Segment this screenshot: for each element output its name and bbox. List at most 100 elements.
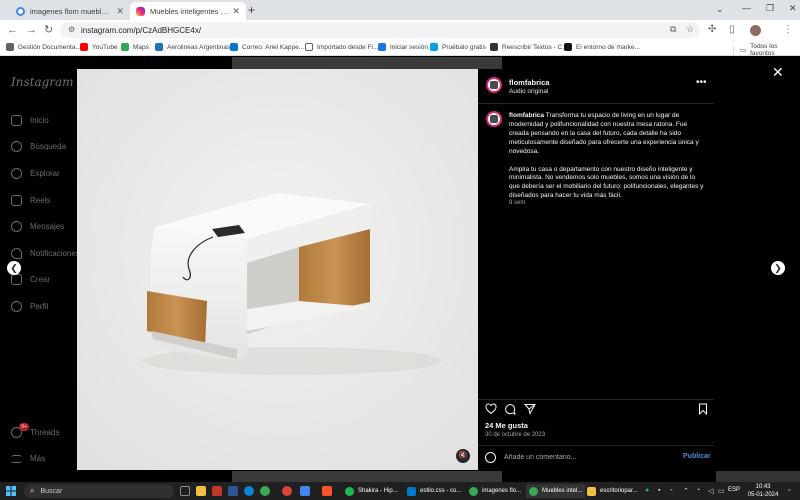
nav-threads[interactable]: 9+ Threads [11, 423, 60, 438]
post-header: flomfabrica Audio original ••• [478, 69, 714, 104]
windows-start-icon[interactable] [6, 486, 16, 496]
bookmark-item[interactable]: YouTube [80, 43, 118, 51]
emoji-icon[interactable] [485, 452, 496, 463]
notifications-icon[interactable]: ▫ [788, 487, 790, 494]
chevron-up-icon[interactable]: ⌃ [683, 487, 689, 495]
maximize-window-button[interactable]: ❐ [766, 3, 774, 14]
share-icon[interactable] [524, 403, 536, 415]
spotify-tray-icon[interactable]: ● [645, 487, 649, 494]
taskbar-app-chrome-active[interactable]: Muebles intel... [526, 484, 586, 498]
bookmark-item[interactable]: Importado desde Fi... [305, 43, 378, 51]
caption-avatar[interactable] [486, 111, 502, 127]
bookmark-item[interactable]: Correo: Ariel Kappe... [230, 43, 304, 51]
bookmark-icon[interactable] [697, 403, 709, 415]
publish-button[interactable]: Publicar [683, 453, 711, 460]
clock-time: 10:43 [755, 484, 771, 490]
instagram-logo[interactable]: Instagram [11, 75, 74, 89]
nav-home[interactable]: Inicio [11, 115, 49, 126]
extensions-icon[interactable]: ✣ [708, 24, 716, 35]
more-options-icon[interactable]: ••• [696, 77, 707, 88]
reload-button[interactable]: ↻ [44, 24, 53, 36]
author-username[interactable]: flomfabrica [509, 78, 549, 87]
nav-label: Perfil [30, 302, 49, 311]
nav-reels[interactable]: Reels [11, 195, 50, 206]
taskbar-app-spotify[interactable]: Shakira - Hip... [342, 484, 401, 498]
close-window-button[interactable]: ✕ [789, 3, 797, 14]
close-modal-icon[interactable]: ✕ [772, 64, 784, 81]
nav-create[interactable]: Crear [11, 274, 50, 285]
search-label: Buscar [40, 487, 63, 495]
nav-messages[interactable]: Mensajes [11, 221, 64, 232]
word-icon[interactable] [228, 486, 238, 496]
chrome-menu-icon[interactable]: ⋮ [783, 24, 793, 35]
like-count[interactable]: 24 Me gusta [485, 421, 528, 430]
nav-more[interactable]: Más [11, 454, 45, 463]
brave-icon[interactable] [322, 486, 332, 496]
install-app-icon[interactable]: ⧉ [670, 24, 676, 35]
taskbar-search[interactable]: ⌕ Buscar [24, 484, 174, 498]
bookmark-item[interactable]: Maps [121, 43, 149, 51]
app-icon[interactable] [212, 486, 222, 496]
forward-button[interactable]: → [26, 24, 37, 36]
bookmark-item[interactable]: Gestión Documenta... [6, 43, 81, 51]
bookmark-item[interactable]: El entorno de marke... [564, 43, 640, 51]
app-icon[interactable] [300, 486, 310, 496]
mute-audio-button[interactable]: 🔇 [456, 449, 470, 463]
chrome-icon[interactable] [260, 486, 270, 496]
bookmark-star-icon[interactable]: ☆ [686, 24, 694, 35]
nav-label: Notificaciones [30, 249, 80, 258]
tab-google-search[interactable]: imagenes flom muebles - Busc ✕ [10, 2, 130, 20]
bookmark-item[interactable]: Iniciar sesión [378, 43, 428, 51]
url-text: instagram.com/p/CzAdBHGCE4x/ [81, 25, 202, 35]
next-post-button[interactable]: ❯ [771, 261, 785, 275]
system-clock[interactable]: 10:43 05-01-2024 [746, 483, 780, 499]
file-explorer-icon[interactable] [196, 486, 206, 496]
close-tab-icon[interactable]: ✕ [232, 6, 240, 17]
clock-date: 05-01-2024 [747, 492, 779, 498]
post-actions [478, 399, 714, 419]
taskbar-app-folder[interactable]: escritoriopar... [584, 484, 641, 498]
caption-username[interactable]: flomfabrica [509, 112, 544, 119]
tab-title: imagenes flom muebles - Busc [30, 6, 112, 16]
edge-icon[interactable] [244, 486, 254, 496]
previous-post-button[interactable]: ❮ [7, 261, 21, 275]
back-button[interactable]: ← [7, 24, 18, 36]
heart-icon[interactable] [485, 403, 497, 415]
widgets-icon[interactable] [180, 486, 190, 496]
nav-notifications[interactable]: Notificaciones [11, 248, 80, 259]
chrome-profile-icon[interactable] [282, 486, 292, 496]
nav-label: Threads [30, 428, 60, 437]
post-date: 30 de octubre de 2023 [485, 432, 546, 438]
tab-search-icon[interactable]: ⌄ [716, 4, 724, 15]
taskbar-app-chrome[interactable]: imagenes flo... [466, 484, 524, 498]
battery-icon[interactable]: ▭ [718, 487, 725, 495]
all-bookmarks-button[interactable]: ▭ Todos los favoritos [733, 43, 800, 57]
address-bar[interactable]: ⚙ instagram.com/p/CzAdBHGCE4x/ [60, 22, 700, 38]
wifi-icon[interactable]: ◔ [696, 487, 700, 494]
post-media[interactable] [77, 69, 478, 470]
site-info-icon[interactable]: ⚙ [68, 26, 76, 34]
new-tab-button[interactable]: + [248, 3, 255, 17]
bookmark-item[interactable]: Reescribir Textos - C... [490, 43, 568, 51]
bookmark-item[interactable]: Aerolineas Argentinas [155, 43, 230, 51]
minimize-window-button[interactable]: — [742, 3, 751, 13]
taskbar-app-vscode[interactable]: estilo.css - co... [404, 484, 464, 498]
tray-icon[interactable]: ▪ [658, 487, 660, 494]
author-avatar[interactable] [486, 77, 502, 93]
chrome-icon [469, 486, 478, 496]
nav-search[interactable]: Búsqueda [11, 141, 66, 152]
comment-input[interactable] [504, 451, 674, 464]
language-indicator[interactable]: ESP [728, 487, 740, 493]
rewrite-icon [490, 43, 498, 51]
side-panel-icon[interactable]: ▯ [729, 24, 735, 35]
close-tab-icon[interactable]: ✕ [116, 6, 124, 17]
bookmark-item[interactable]: Pruébalo gratis [430, 43, 486, 51]
volume-icon[interactable]: ◁ [708, 487, 713, 495]
audio-label[interactable]: Audio original [509, 88, 548, 95]
tray-icon[interactable]: ▪ [670, 487, 672, 494]
nav-explore[interactable]: Explorar [11, 168, 60, 179]
nav-profile[interactable]: Perfil [11, 301, 48, 312]
profile-avatar[interactable] [750, 25, 761, 36]
tab-instagram[interactable]: Muebles inteligentes |@flomfa ✕ [130, 2, 246, 20]
comment-icon[interactable] [504, 403, 516, 415]
